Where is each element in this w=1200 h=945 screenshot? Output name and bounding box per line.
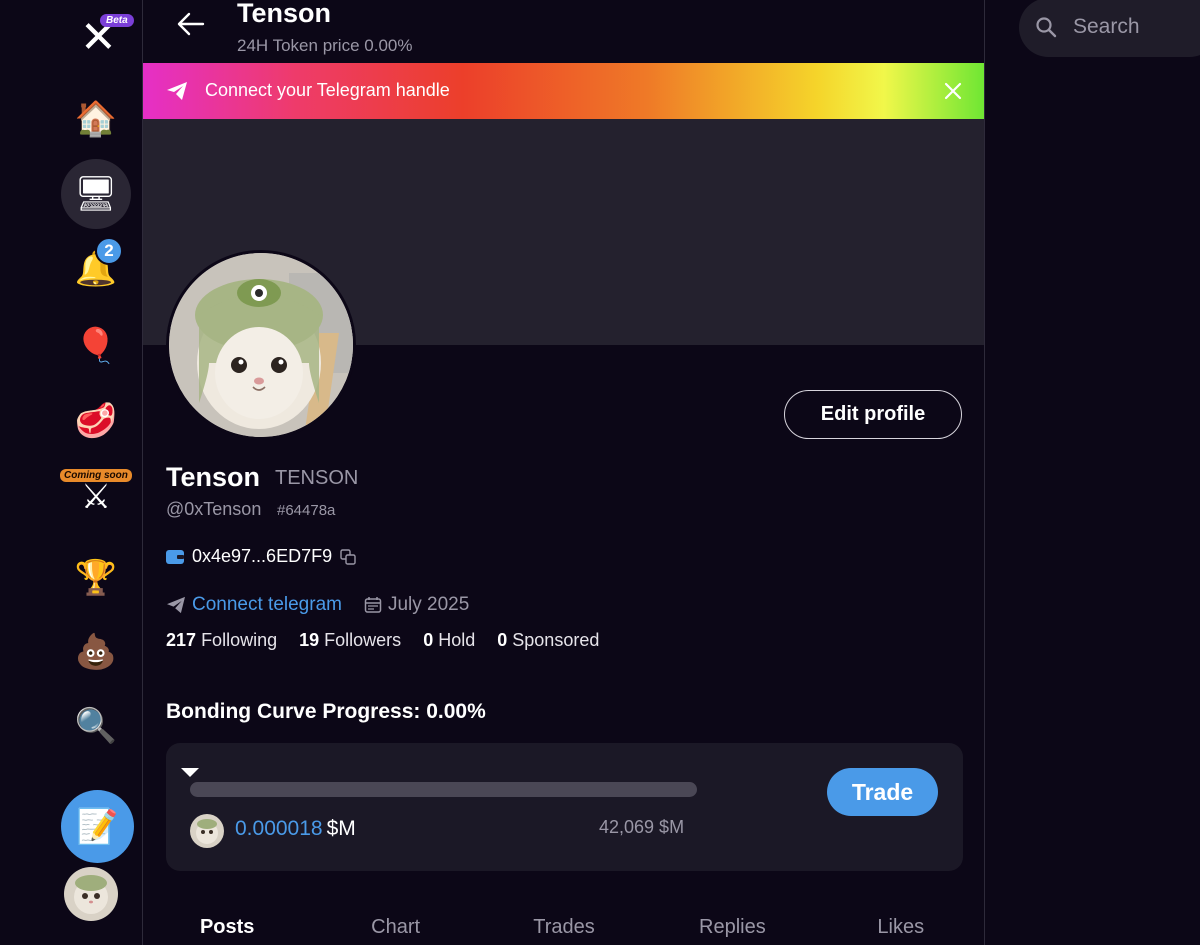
telegram-icon [167,82,187,100]
connect-telegram-link[interactable]: Connect telegram [192,594,342,616]
close-icon[interactable] [941,79,965,103]
calendar-icon [364,597,382,613]
copy-icon[interactable] [340,548,356,565]
token-price-unit: $M [326,817,356,840]
stat-hold[interactable]: 0 Hold [423,630,475,651]
stat-value: 0 [423,630,434,650]
tab-chart[interactable]: Chart [311,916,479,939]
token-price-amount: 0.000018 [235,817,323,840]
app-logo[interactable]: ✕ Beta [78,14,134,60]
stat-label: Followers [324,630,402,650]
bonding-progress-bar [190,782,697,797]
token-price-value: 0.00% [364,36,413,55]
bonding-curve-title: Bonding Curve Progress: 0.00% [166,700,486,723]
coming-soon-badge: Coming soon [60,469,132,482]
nav-poop[interactable]: 💩 [61,617,131,687]
terminal-icon: 🖥 [74,175,118,213]
left-rail: ✕ Beta 🏠 🖥 🔔 2 🎈 🥩 ⚔ Coming soon 🏆 💩 🔍 📝 [0,0,142,945]
trade-button[interactable]: Trade [827,768,938,816]
stat-following[interactable]: 217 Following [166,630,277,651]
nav-balloon[interactable]: 🎈 [61,311,131,381]
home-icon: 🏠 [74,100,118,138]
wallet-address: 0x4e97...6ED7F9 [192,546,333,566]
search-input[interactable] [1073,12,1200,42]
profile-handle: @0xTenson [166,499,262,519]
stat-value: 19 [299,630,320,650]
search-icon [1036,17,1057,38]
token-price: 0.000018 $M [235,817,356,841]
magnifier-icon: 🔍 [74,707,118,745]
profile-column: Tenson 24H Token price 0.00% Connect you… [142,0,985,945]
profile-avatar[interactable] [166,250,356,440]
balloon-icon: 🎈 [74,327,118,365]
podium-icon: 🏆 [74,559,118,597]
stat-label: Following [201,630,278,650]
stat-label: Hold [438,630,476,650]
token-avatar [190,814,224,848]
profile-hash: #64478a [277,502,336,519]
telegram-small-icon [167,596,185,614]
nav-meat[interactable]: 🥩 [61,386,131,456]
wallet-icon [166,549,184,564]
tab-posts[interactable]: Posts [143,916,311,939]
telegram-banner[interactable]: Connect your Telegram handle [143,63,984,119]
profile-meta-row: Connect telegram July 2025 [166,594,469,616]
poop-icon: 💩 [74,633,118,671]
token-price-label: 24H Token price [237,36,360,55]
swords-icon: ⚔ [80,478,112,516]
cat-avatar-image [169,253,353,437]
stat-value: 217 [166,630,197,650]
stat-label: Sponsored [512,630,600,650]
stat-sponsored[interactable]: 0 Sponsored [497,630,599,651]
page-title: Tenson [237,0,331,28]
nav-home[interactable]: 🏠 [61,84,131,154]
bonding-curve-card: 0.000018 $M 42,069 $M Trade [166,743,963,871]
edit-profile-button[interactable]: Edit profile [784,390,962,439]
token-price-subtitle: 24H Token price 0.00% [237,36,412,56]
cat-avatar-image [64,867,118,921]
tab-replies[interactable]: Replies [648,916,816,939]
account-avatar[interactable] [64,867,118,921]
nav-leaderboard[interactable]: 🏆 [61,543,131,613]
beta-badge: Beta [100,14,134,27]
joined-date: July 2025 [387,594,470,615]
search-bar[interactable] [1019,0,1200,57]
back-arrow-icon[interactable] [175,8,207,40]
telegram-banner-text: Connect your Telegram handle [205,80,450,100]
profile-stats: 217 Following 19 Followers 0 Hold 0 Spon… [166,630,599,651]
profile-ticker: TENSON [275,467,359,489]
compose-icon: 📝 [76,807,119,846]
nav-search[interactable]: 🔍 [61,691,131,761]
profile-tabs: Posts Chart Trades Replies Likes [143,916,984,939]
nav-terminal[interactable]: 🖥 [61,159,131,229]
cat-avatar-image [190,814,224,848]
market-cap-target: 42,069 $M [599,817,685,837]
stat-followers[interactable]: 19 Followers [299,630,401,651]
meat-icon: 🥩 [74,402,118,440]
notification-badge: 2 [95,237,123,265]
progress-marker-icon [181,768,199,777]
wallet-address-row: 0x4e97...6ED7F9 [166,546,356,567]
tab-likes[interactable]: Likes [817,916,984,939]
tab-trades[interactable]: Trades [480,916,648,939]
compose-button[interactable]: 📝 [61,790,134,863]
profile-name: Tenson [166,462,260,492]
stat-value: 0 [497,630,508,650]
